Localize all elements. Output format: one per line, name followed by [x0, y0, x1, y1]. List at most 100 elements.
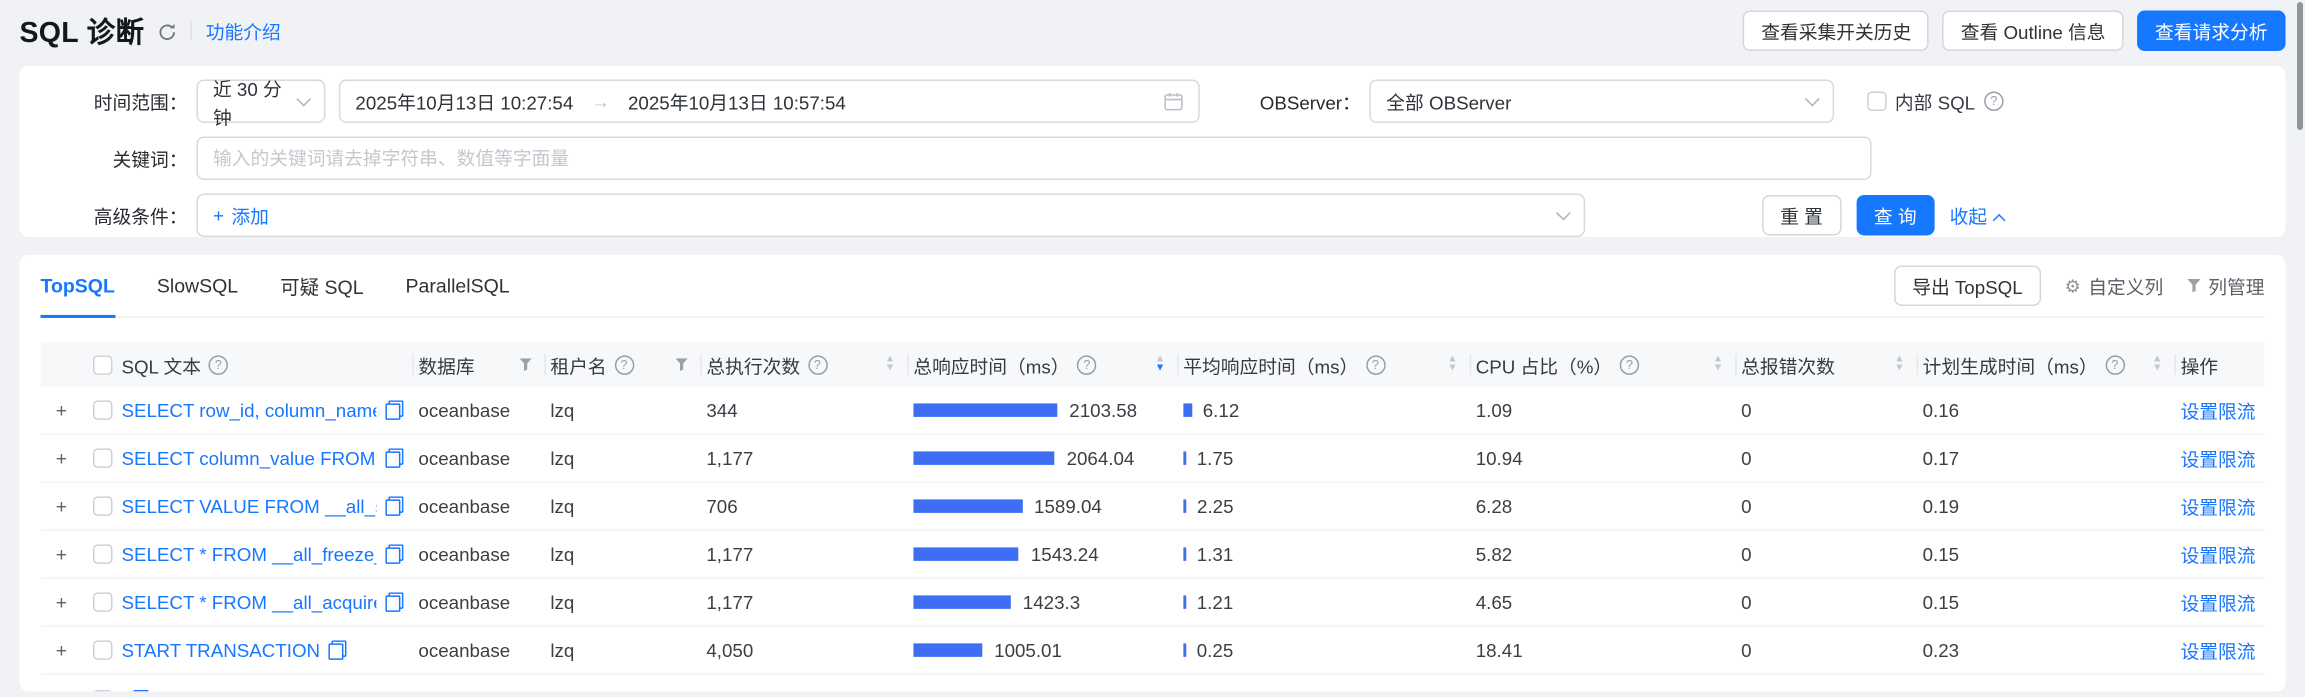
column-header[interactable]: 总响应时间（ms） ? ▲ ▼	[913, 342, 1183, 387]
export-topsql-button[interactable]: 导出 TopSQL	[1894, 265, 2041, 306]
sql-text-link[interactable]: START TRANSACTION	[121, 640, 320, 661]
feature-intro-link[interactable]: 功能介绍	[206, 16, 281, 44]
copy-icon[interactable]	[130, 689, 149, 692]
expand-row-button[interactable]: +	[56, 399, 67, 421]
sort-button[interactable]: ▲ ▼	[885, 354, 895, 373]
expand-row-button[interactable]: +	[56, 543, 67, 565]
filter-icon[interactable]	[518, 357, 533, 372]
sql-text-link[interactable]: SELECT * FROM __all_freeze_i...	[121, 544, 376, 565]
reset-button[interactable]: 重 置	[1762, 194, 1841, 236]
help-icon[interactable]: ?	[208, 354, 229, 375]
column-header[interactable]: 总执行次数 ? ▲ ▼	[706, 342, 913, 387]
tabs-bar: TopSQL SlowSQL 可疑 SQL ParallelSQL 导出 TopSQL…	[40, 255, 2265, 318]
expand-row-button[interactable]: +	[56, 447, 67, 469]
row-checkbox[interactable]	[92, 689, 112, 692]
set-throttle-link[interactable]: 设置限流	[2181, 588, 2256, 616]
copy-icon[interactable]	[385, 448, 404, 468]
view-outline-info-button[interactable]: 查看 Outline 信息	[1942, 9, 2124, 51]
column-manage-button[interactable]: 列管理	[2187, 271, 2265, 299]
query-button[interactable]: 查 询	[1855, 194, 1935, 236]
column-header[interactable]: SQL 文本 ?	[121, 342, 418, 387]
row-checkbox[interactable]	[92, 544, 112, 564]
copy-icon[interactable]	[385, 544, 404, 564]
sql-text-link[interactable]: SELECT row_id, column_name, ...	[121, 400, 376, 421]
row-checkbox[interactable]	[92, 496, 112, 516]
cpu-cell: 6.28	[1475, 495, 1513, 517]
column-header[interactable]: 计划生成时间（ms） ? ▲ ▼	[1923, 342, 2181, 387]
tab-parallelsql[interactable]: ParallelSQL	[406, 255, 510, 316]
expand-row-button[interactable]: +	[56, 688, 67, 692]
row-checkbox[interactable]	[92, 640, 112, 660]
help-icon[interactable]: ?	[1984, 91, 2004, 111]
keyword-input[interactable]	[196, 136, 1872, 180]
help-icon[interactable]: ?	[1619, 354, 1640, 375]
column-header[interactable]: 数据库	[418, 342, 550, 387]
response-time-bar	[913, 451, 1055, 465]
sort-button[interactable]: ▲ ▼	[2152, 354, 2162, 373]
vertical-scrollbar-thumb[interactable]	[2297, 2, 2303, 130]
observer-select[interactable]: 全部 OBServer	[1369, 79, 1835, 123]
tab-slowsql[interactable]: SlowSQL	[157, 255, 238, 316]
sort-button[interactable]: ▲ ▼	[1713, 354, 1723, 373]
errors-cell: 0	[1741, 543, 1752, 565]
row-checkbox[interactable]	[92, 448, 112, 468]
add-condition-label: 添加	[231, 206, 269, 228]
sort-button[interactable]: ▲ ▼	[1894, 354, 1904, 373]
column-header[interactable]: 平均响应时间（ms） ? ▲ ▼	[1183, 342, 1475, 387]
sql-text-link[interactable]: SELECT * FROM __all_acquired...	[121, 592, 376, 613]
copy-icon[interactable]	[385, 496, 404, 516]
set-throttle-link[interactable]: 设置限流	[2181, 444, 2256, 472]
expand-cell: +	[40, 543, 82, 565]
expand-cell: +	[40, 591, 82, 613]
refresh-icon[interactable]	[158, 22, 177, 41]
help-icon[interactable]: ?	[1365, 354, 1386, 375]
date-range-picker[interactable]: 2025年10月13日 10:27:54 → 2025年10月13日 10:57…	[338, 79, 1200, 123]
sort-button[interactable]: ▲ ▼	[1447, 354, 1457, 373]
collapse-link[interactable]: 收起	[1950, 201, 2006, 229]
row-checkbox[interactable]	[92, 592, 112, 612]
column-header[interactable]: 总报错次数 ▲ ▼	[1741, 342, 1922, 387]
view-collection-switch-history-button[interactable]: 查看采集开关历史	[1743, 9, 1930, 51]
copy-icon[interactable]	[385, 400, 404, 420]
time-range-select[interactable]: 近 30 分钟	[196, 79, 326, 128]
add-condition-button[interactable]: + 添加	[213, 201, 269, 229]
column-header[interactable]: CPU 占比（%） ? ▲ ▼	[1476, 342, 1741, 387]
plan-time-cell: 0.19	[1922, 495, 1960, 517]
customize-columns-button[interactable]: ⚙ 自定义列	[2065, 271, 2164, 299]
set-throttle-link[interactable]: 设置限流	[2181, 540, 2256, 568]
advanced-conditions-select[interactable]: + 添加	[196, 193, 1586, 237]
help-icon[interactable]: ?	[807, 354, 828, 375]
expand-row-button[interactable]: +	[56, 495, 67, 517]
view-request-analysis-button[interactable]: 查看请求分析	[2137, 9, 2286, 51]
expand-row-button[interactable]: +	[56, 639, 67, 661]
help-icon[interactable]: ?	[1077, 354, 1097, 375]
total-response-cell: 1589.04	[913, 496, 1183, 517]
column-header[interactable]: 租户名 ?	[550, 342, 706, 387]
expand-row-button[interactable]: +	[56, 591, 67, 613]
sql-text-link[interactable]: SELECT VALUE FROM __all_sys...	[121, 496, 376, 517]
gear-icon: ⚙	[2064, 275, 2081, 297]
tab-可疑-sql[interactable]: 可疑 SQL	[280, 255, 363, 316]
sort-button[interactable]: ▲ ▼	[1155, 354, 1165, 373]
copy-icon[interactable]	[385, 592, 404, 612]
filter-icon[interactable]	[674, 357, 689, 372]
avg-response-value: 6.12	[1202, 399, 1240, 421]
tenant-cell: lzq	[550, 399, 575, 421]
response-time-bar	[913, 595, 1011, 609]
column-header[interactable]: 操作	[2181, 342, 2265, 387]
internal-sql-checkbox[interactable]	[1866, 91, 1886, 111]
set-throttle-link[interactable]: 设置限流	[2181, 492, 2256, 520]
table-row: + SELECT row_id, column_name, ... oceanb…	[40, 387, 2265, 435]
copy-icon[interactable]	[329, 640, 348, 660]
table-row: + START TRANSACTION oceanbase lzq 4,050 …	[40, 627, 2265, 675]
database-cell: oceanbase	[418, 543, 511, 565]
help-icon[interactable]: ?	[614, 354, 634, 375]
help-icon[interactable]: ?	[2105, 354, 2125, 375]
select-all-checkbox[interactable]	[92, 354, 112, 375]
sql-text-link[interactable]: SELECT column_value FROM _...	[121, 448, 376, 469]
row-checkbox[interactable]	[92, 400, 112, 420]
set-throttle-link[interactable]: 设置限流	[2181, 636, 2256, 664]
time-range-label: 时间范围：	[93, 92, 188, 114]
tab-topsql[interactable]: TopSQL	[40, 255, 115, 318]
set-throttle-link[interactable]: 设置限流	[2181, 396, 2256, 424]
